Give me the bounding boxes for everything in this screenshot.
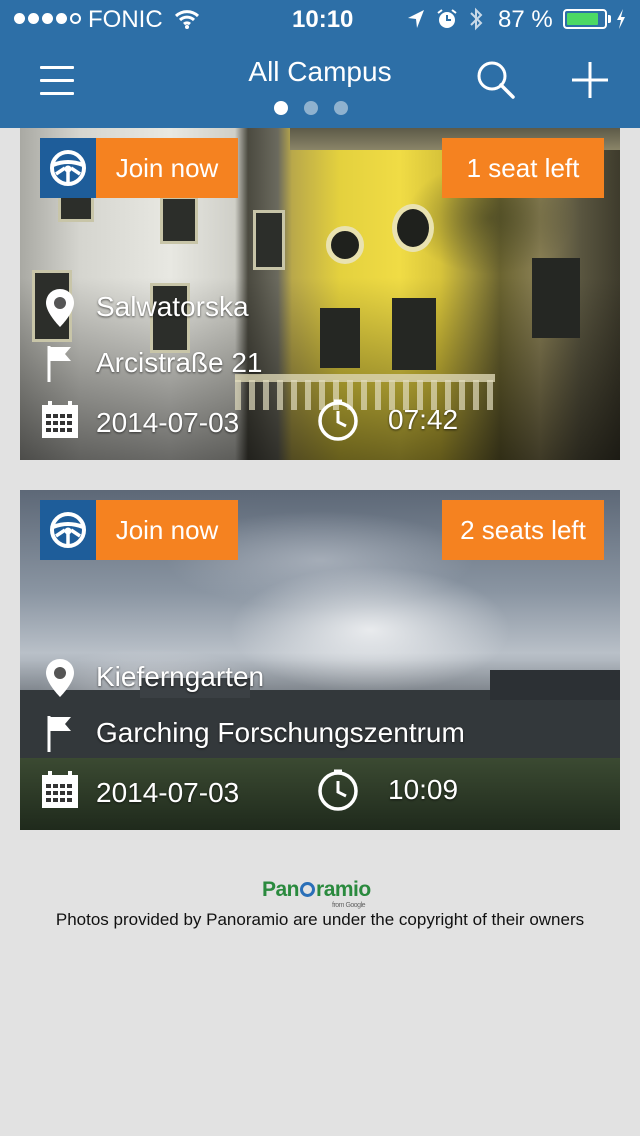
photo-detail — [392, 298, 436, 370]
battery-level-fill — [567, 13, 599, 25]
menu-button[interactable] — [40, 66, 76, 96]
join-now-label: Join now — [96, 500, 238, 560]
photo-detail — [160, 196, 198, 244]
destination-flag-icon — [40, 714, 80, 754]
seats-left-badge: 1 seat left — [442, 138, 604, 198]
ride-origin: Salwatorska — [96, 291, 249, 322]
alarm-icon — [436, 8, 458, 37]
location-pin-icon — [40, 658, 80, 698]
join-now-button[interactable]: Join now — [40, 138, 238, 198]
ride-date: 2014-07-03 — [96, 777, 240, 808]
page-title: All Campus — [248, 56, 392, 87]
top-bar: FONIC 10:10 87 % All Campus — [0, 0, 640, 128]
panoramio-sub: from Google — [332, 902, 366, 909]
search-icon — [477, 61, 515, 99]
menu-icon-bar — [40, 92, 74, 95]
ride-card[interactable]: Join now 1 seat left Salwatorska Arcistr… — [20, 128, 620, 460]
photo-detail — [490, 670, 620, 700]
steering-wheel-icon — [40, 138, 96, 198]
add-ride-button[interactable] — [568, 58, 612, 102]
battery-percentage: 87 % — [498, 6, 553, 33]
carrier-name: FONIC — [88, 6, 163, 33]
calendar-icon — [40, 400, 80, 440]
page-dot[interactable] — [274, 101, 288, 115]
location-pin-icon — [40, 288, 80, 328]
clock: 10:10 — [292, 6, 354, 33]
search-button[interactable] — [474, 58, 518, 102]
ride-date: 2014-07-03 — [96, 407, 240, 438]
join-now-label: Join now — [96, 138, 238, 198]
signal-strength-icon — [14, 13, 81, 24]
ride-time: 10:09 — [388, 774, 459, 805]
ride-destination: Arcistraße 21 — [96, 347, 263, 378]
photo-detail — [253, 210, 285, 270]
bluetooth-icon — [468, 6, 484, 39]
ride-destination: Garching Forschungszentrum — [96, 717, 465, 748]
page-dot[interactable] — [304, 101, 318, 115]
battery-icon — [563, 9, 607, 29]
wifi-icon — [174, 8, 200, 37]
page-dot[interactable] — [334, 101, 348, 115]
photo-credit-text: Photos provided by Panoramio are under t… — [55, 910, 585, 929]
charging-icon — [615, 8, 627, 37]
page-indicator[interactable] — [274, 101, 348, 115]
photo-detail — [320, 308, 360, 368]
clock-icon — [316, 398, 360, 442]
plus-icon — [572, 62, 608, 98]
destination-flag-icon — [40, 344, 80, 384]
calendar-icon — [40, 770, 80, 810]
menu-icon — [40, 66, 74, 69]
status-bar: FONIC 10:10 87 % — [0, 0, 640, 40]
navigation-bar: All Campus — [0, 40, 640, 128]
steering-wheel-icon — [40, 500, 96, 560]
photo-detail — [532, 258, 580, 338]
photo-detail — [326, 226, 364, 264]
menu-icon-bar — [40, 79, 74, 82]
battery-tip — [608, 15, 611, 23]
ride-time: 07:42 — [388, 404, 459, 435]
panoramio-logo: Pan ramio from Google — [262, 878, 371, 909]
join-now-button[interactable]: Join now — [40, 500, 238, 560]
ride-origin: Kieferngarten — [96, 661, 265, 692]
seats-left-badge: 2 seats left — [442, 500, 604, 560]
ride-card[interactable]: Join now 2 seats left Kieferngarten Garc… — [20, 490, 620, 830]
clock-icon — [316, 768, 360, 812]
photo-detail — [392, 204, 434, 252]
panoramio-o-mark — [300, 882, 316, 897]
location-arrow-icon — [406, 8, 426, 37]
